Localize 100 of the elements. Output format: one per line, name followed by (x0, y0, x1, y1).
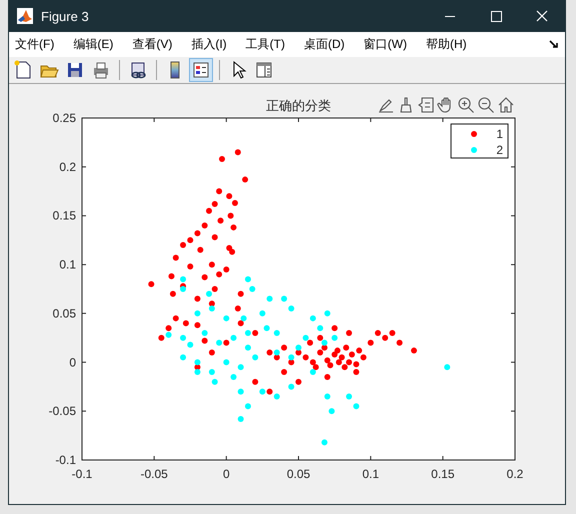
zoomin-icon[interactable] (457, 96, 475, 114)
y-tick-label: 0.2 (59, 160, 76, 174)
menu-item[interactable]: 窗口(W) (364, 36, 407, 53)
data-point (444, 364, 450, 370)
data-point (346, 330, 352, 336)
menu-item[interactable]: 插入(I) (191, 36, 227, 53)
data-point (238, 388, 244, 395)
data-point (317, 325, 324, 332)
data-point (353, 369, 360, 376)
data-point (202, 222, 208, 228)
data-point (244, 344, 251, 351)
zoomout-icon[interactable] (477, 96, 495, 114)
data-point (187, 264, 194, 270)
data-point (310, 315, 316, 322)
dock-arrow-icon[interactable] (549, 39, 559, 50)
data-point (208, 262, 215, 268)
y-tick-label: 0 (69, 355, 76, 370)
print-icon (91, 60, 111, 80)
data-point (238, 364, 244, 370)
data-point (208, 369, 215, 376)
menu-item[interactable]: 帮助(H) (426, 36, 467, 53)
y-tick-label: 0.1 (59, 258, 76, 272)
data-point (234, 149, 241, 156)
home-icon[interactable] (497, 96, 515, 114)
data-point (328, 408, 335, 414)
data-point (208, 350, 215, 356)
legend-icon (191, 60, 211, 80)
data-point (252, 378, 258, 385)
data-point (170, 290, 176, 297)
data-point (396, 340, 403, 346)
x-tick-label: 0 (223, 467, 230, 481)
y-tick-label: 0.15 (52, 208, 76, 223)
y-tick-label: 0.05 (52, 306, 76, 320)
data-point (242, 176, 248, 183)
data-point (274, 330, 280, 336)
x-tick-label: 0.2 (506, 467, 524, 481)
data-point (230, 224, 237, 230)
data-point (266, 296, 273, 302)
y-tick-label: 0.25 (52, 111, 76, 125)
data-point (180, 354, 186, 360)
data-point (197, 246, 204, 253)
x-tick-label: 0.15 (431, 467, 455, 481)
data-point (244, 403, 251, 410)
data-point (238, 416, 244, 422)
data-point (218, 218, 224, 224)
data-point (288, 306, 294, 312)
legend-label: 1 (496, 127, 503, 141)
data-point (202, 274, 208, 280)
data-point (202, 338, 208, 344)
data-point (212, 234, 218, 240)
data-point (172, 254, 179, 261)
chart-title: 正确的分类 (266, 99, 331, 114)
menu-item[interactable]: 编辑(E) (73, 36, 114, 53)
menu-item[interactable]: 文件(F) (15, 36, 54, 53)
data-point (223, 359, 230, 366)
legend-tool-button[interactable] (189, 58, 213, 82)
data-point (234, 306, 241, 312)
x-tick-label: -0.1 (72, 467, 92, 481)
data-point (212, 378, 218, 385)
data-point (332, 334, 338, 341)
data-point (410, 348, 417, 354)
data-point (216, 188, 222, 194)
data-point (281, 369, 288, 376)
data-point (353, 403, 360, 410)
menu-item[interactable]: 桌面(D) (304, 36, 345, 53)
y-tick-label: -0.05 (48, 404, 76, 418)
data-point (321, 439, 328, 446)
menu-item[interactable]: 工具(T) (246, 36, 285, 53)
data-point (324, 393, 330, 400)
data-point (244, 276, 251, 282)
menu-item[interactable]: 查看(V) (132, 36, 172, 53)
data-point (249, 286, 256, 292)
datatip-icon[interactable] (417, 96, 435, 114)
data-point (368, 340, 374, 346)
legend-label: 2 (496, 143, 503, 157)
data-point (223, 315, 230, 322)
data-point (168, 273, 174, 280)
peak-surface-icon (17, 8, 33, 24)
data-point (324, 374, 330, 380)
new-icon (13, 60, 33, 80)
data-point (194, 310, 200, 316)
data-point (194, 296, 200, 302)
x-tick-label: -0.05 (140, 467, 168, 481)
data-point (230, 374, 237, 380)
data-point (182, 320, 189, 326)
data-point (148, 281, 154, 288)
data-point (228, 212, 234, 219)
data-point (238, 290, 244, 297)
data-point (259, 310, 266, 316)
data-point (172, 315, 179, 322)
window-title: Figure 3 (41, 8, 89, 24)
data-point (281, 296, 288, 302)
data-point (346, 393, 352, 400)
y-tick-label: -0.1 (55, 453, 76, 467)
data-point (252, 354, 258, 360)
data-point (332, 325, 338, 332)
data-point (264, 325, 270, 332)
inspector-icon (254, 60, 274, 80)
legend-box (450, 124, 508, 158)
data-point (219, 156, 225, 162)
